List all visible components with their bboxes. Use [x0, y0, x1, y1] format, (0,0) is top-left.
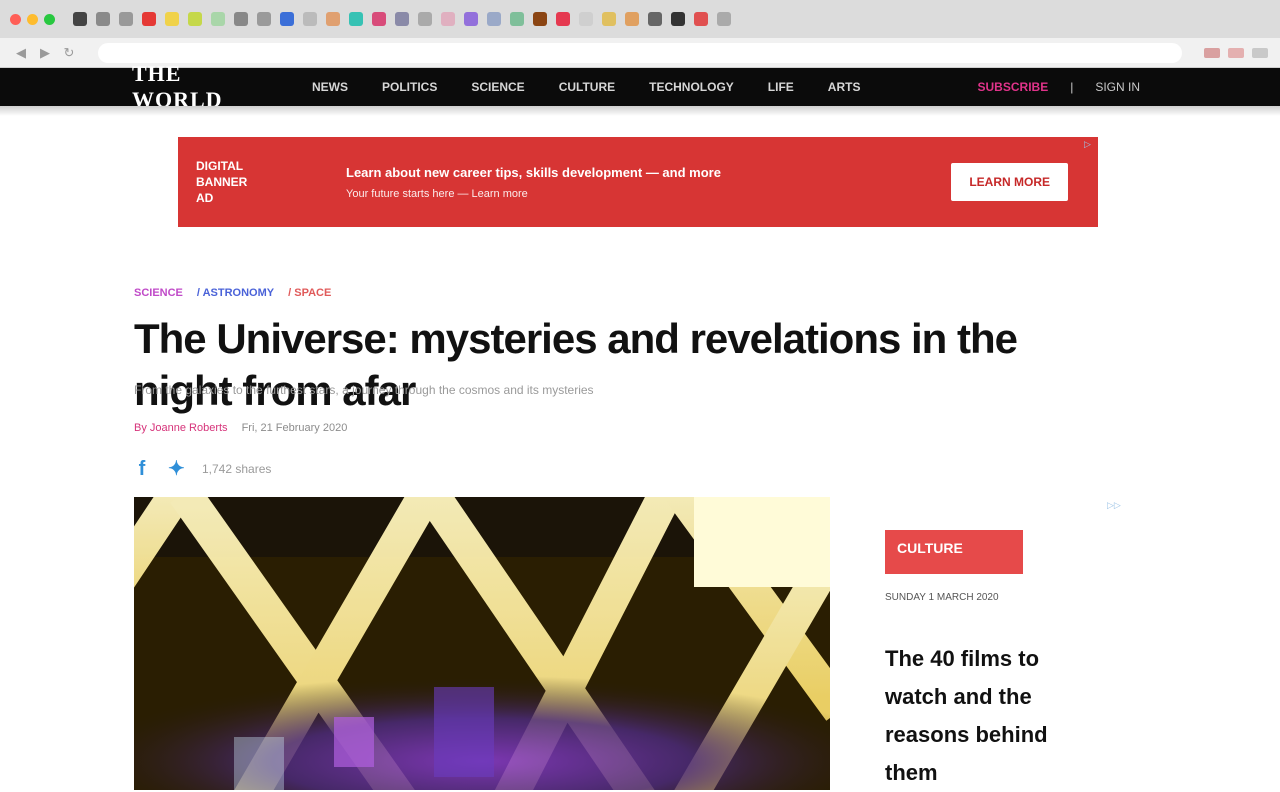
- forward-icon[interactable]: ▶: [36, 44, 54, 62]
- tab-favicon[interactable]: [395, 12, 409, 26]
- tab-favicon[interactable]: [464, 12, 478, 26]
- tab-favicon[interactable]: [671, 12, 685, 26]
- breadcrumb: SCIENCE / ASTRONOMY / SPACE: [134, 287, 331, 299]
- ad-copy: Learn about new career tips, skills deve…: [318, 165, 951, 200]
- author-link[interactable]: By Joanne Roberts: [134, 422, 228, 434]
- nav-item-life[interactable]: LIFE: [768, 80, 794, 94]
- ad-brand: DIGITAL BANNER AD: [196, 159, 248, 205]
- sidebar-section-label[interactable]: CULTURE: [885, 530, 1023, 574]
- account-links: SUBSCRIBE | SIGN IN: [978, 80, 1140, 94]
- tab-favicon[interactable]: [188, 12, 202, 26]
- window-controls: [10, 13, 55, 25]
- nav-menu: NEWS POLITICS SCIENCE CULTURE TECHNOLOGY…: [312, 80, 860, 94]
- minimize-window-button[interactable]: [27, 13, 38, 25]
- tab-favicon[interactable]: [96, 12, 110, 26]
- ad-cta-button[interactable]: LEARN MORE: [951, 163, 1068, 201]
- tab-favicon[interactable]: [257, 12, 271, 26]
- sign-in-link[interactable]: SIGN IN: [1095, 80, 1140, 94]
- share-count: 1,742 shares: [202, 462, 272, 476]
- tab-favicon[interactable]: [211, 12, 225, 26]
- browser-tab-strip: [0, 0, 1280, 38]
- tab-favicon[interactable]: [510, 12, 524, 26]
- address-bar[interactable]: [98, 42, 1182, 63]
- tab-favicon[interactable]: [487, 12, 501, 26]
- tab-favicon[interactable]: [717, 12, 731, 26]
- nav-item-technology[interactable]: TECHNOLOGY: [649, 80, 734, 94]
- tab-favicon[interactable]: [303, 12, 317, 26]
- tab-favicon[interactable]: [694, 12, 708, 26]
- article-headline: The Universe: mysteries and revelations …: [134, 315, 1018, 414]
- tab-favicon[interactable]: [441, 12, 455, 26]
- ad-headline: Learn about new career tips, skills deve…: [346, 164, 721, 180]
- extension-icon[interactable]: [1228, 47, 1244, 58]
- ad-subline: Your future starts here — Learn more: [346, 187, 528, 200]
- menu-icon[interactable]: [1252, 47, 1268, 58]
- breadcrumb-item[interactable]: SCIENCE: [134, 287, 183, 299]
- adchoices-icon[interactable]: ▷▷: [1107, 500, 1141, 514]
- banner-ad[interactable]: DIGITAL BANNER AD Learn about new career…: [178, 137, 1098, 227]
- share-bar: f ✦ 1,742 shares: [134, 456, 272, 482]
- tab-favicon[interactable]: [119, 12, 133, 26]
- twitter-icon[interactable]: ✦: [168, 456, 185, 482]
- nav-item-politics[interactable]: POLITICS: [382, 80, 437, 94]
- sidebar-headline[interactable]: The 40 films to watch and the reasons be…: [885, 640, 1055, 792]
- tab-favicon[interactable]: [533, 12, 547, 26]
- sidebar-date: SUNDAY 1 MARCH 2020: [885, 592, 999, 603]
- nav-item-arts[interactable]: ARTS: [828, 80, 861, 94]
- site-navigation: THE WORLD NEWS POLITICS SCIENCE CULTURE …: [0, 61, 1280, 112]
- tab-favicon[interactable]: [418, 12, 432, 26]
- publish-date: Fri, 21 February 2020: [241, 422, 348, 434]
- subscribe-link[interactable]: SUBSCRIBE: [978, 80, 1049, 94]
- tab-favicon[interactable]: [648, 12, 662, 26]
- nav-item-science[interactable]: SCIENCE: [471, 80, 524, 94]
- back-icon[interactable]: ◀: [12, 44, 30, 62]
- tab-favicon[interactable]: [372, 12, 386, 26]
- nav-shadow: [0, 106, 1280, 116]
- reload-icon[interactable]: ↻: [60, 44, 78, 62]
- tab-favicon[interactable]: [280, 12, 294, 26]
- tab-favicon[interactable]: [349, 12, 363, 26]
- nav-divider: |: [1070, 80, 1074, 94]
- article-standfirst: From the galaxies to the furthest stars,…: [134, 383, 594, 397]
- tab-favicon[interactable]: [73, 12, 87, 26]
- adchoices-icon[interactable]: ▷: [1084, 139, 1094, 149]
- byline: By Joanne Roberts Fri, 21 February 2020: [134, 422, 347, 434]
- tab-favicon[interactable]: [625, 12, 639, 26]
- tab-favicon[interactable]: [142, 12, 156, 26]
- facebook-icon[interactable]: f: [134, 456, 150, 482]
- zoom-window-button[interactable]: [44, 13, 55, 25]
- nav-item-culture[interactable]: CULTURE: [559, 80, 615, 94]
- tab-favicon[interactable]: [556, 12, 570, 26]
- tab-favicon[interactable]: [165, 12, 179, 26]
- pinned-tabs: [73, 12, 731, 26]
- extension-icon[interactable]: [1204, 47, 1220, 58]
- tab-favicon[interactable]: [602, 12, 616, 26]
- tab-favicon[interactable]: [234, 12, 248, 26]
- close-window-button[interactable]: [10, 13, 21, 25]
- breadcrumb-item[interactable]: / SPACE: [288, 287, 331, 299]
- tab-favicon[interactable]: [326, 12, 340, 26]
- tab-favicon[interactable]: [579, 12, 593, 26]
- hero-image-art: [134, 497, 830, 790]
- nav-item-news[interactable]: NEWS: [312, 80, 348, 94]
- breadcrumb-item[interactable]: / ASTRONOMY: [197, 287, 274, 299]
- hero-image: [134, 497, 830, 790]
